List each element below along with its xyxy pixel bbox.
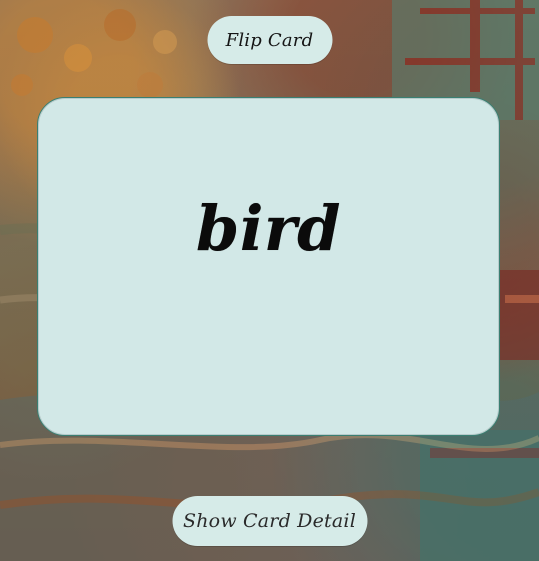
card-word: bird: [196, 192, 341, 265]
flip-card-label: Flip Card: [225, 29, 314, 51]
flip-card-button[interactable]: Flip Card: [207, 16, 332, 64]
show-card-detail-button[interactable]: Show Card Detail: [172, 496, 367, 546]
flashcard[interactable]: bird: [37, 97, 500, 436]
show-card-detail-label: Show Card Detail: [183, 510, 356, 532]
